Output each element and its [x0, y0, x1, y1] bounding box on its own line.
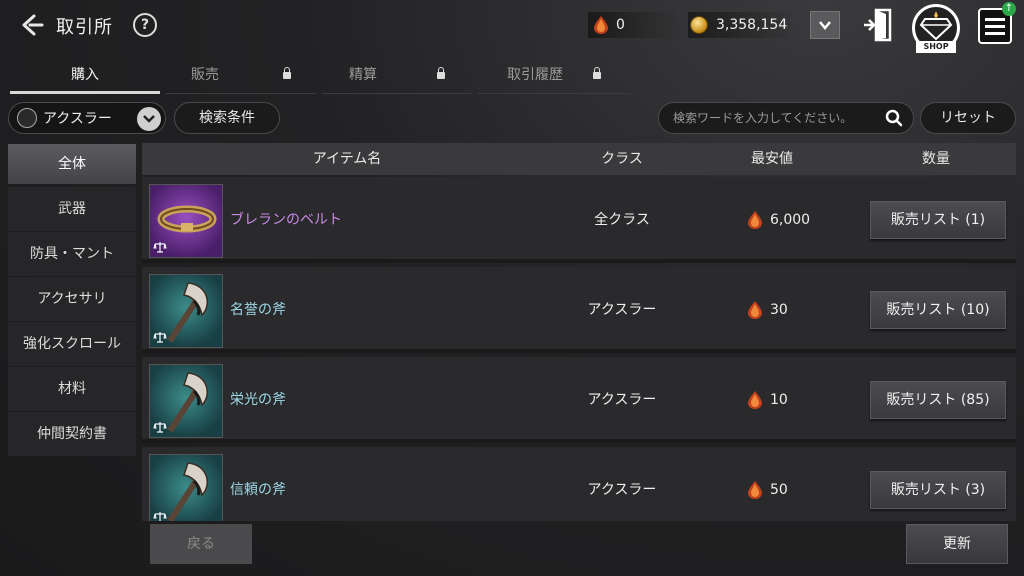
table-row[interactable]: 栄光の斧 アクスラー 10 販売リスト (85) — [142, 357, 1016, 443]
lock-icon — [593, 66, 601, 79]
tab-settlement[interactable]: 精算 — [322, 60, 472, 94]
item-class: 全クラス — [594, 212, 650, 228]
sidebar-item-armor-cloak[interactable]: 防具・マント — [8, 232, 136, 276]
notification-badge: ↑ — [1002, 2, 1016, 16]
gem-icon — [748, 211, 762, 229]
item-class: アクスラー — [587, 302, 657, 318]
table-row[interactable]: 名誉の斧 アクスラー 30 販売リスト (10) — [142, 267, 1016, 353]
item-lowest-price: 30 — [748, 267, 788, 353]
sidebar-item-enhance-scrolls[interactable]: 強化スクロール — [8, 322, 136, 366]
tradable-scale-icon — [153, 332, 167, 343]
tab-buy[interactable]: 購入 — [10, 60, 160, 94]
category-sidebar: 全体 武器 防具・マント アクセサリ 強化スクロール 材料 仲間契約書 — [8, 144, 136, 457]
sidebar-item-accessories[interactable]: アクセサリ — [8, 277, 136, 321]
hamburger-icon — [985, 17, 1005, 21]
class-select-value: アクスラー — [43, 111, 112, 127]
item-thumbnail — [149, 364, 223, 438]
back-arrow-icon[interactable] — [18, 12, 44, 38]
column-header-class: クラス — [601, 151, 643, 167]
item-thumbnail — [149, 274, 223, 348]
tab-label: 取引履歴 — [507, 67, 563, 83]
search-field — [658, 102, 914, 134]
item-thumbnail — [149, 454, 223, 521]
item-name: 名誉の斧 — [230, 302, 286, 318]
search-conditions-button[interactable]: 検索条件 — [174, 102, 280, 134]
refresh-button[interactable]: 更新 — [906, 524, 1008, 564]
gem-icon — [748, 301, 762, 319]
item-name: 栄光の斧 — [230, 392, 286, 408]
item-lowest-price: 10 — [748, 357, 788, 443]
gem-amount: 0 — [616, 17, 625, 33]
page-title: 取引所 — [56, 17, 113, 38]
sales-list-button[interactable]: 販売リスト (3) — [870, 471, 1006, 509]
tab-label: 購入 — [71, 67, 99, 83]
item-lowest-price: 50 — [748, 447, 788, 521]
hamburger-bar — [985, 31, 1005, 35]
column-header-quantity: 数量 — [922, 151, 950, 167]
back-button[interactable]: 戻る — [150, 524, 252, 564]
shop-button[interactable]: SHOP — [912, 4, 960, 53]
tradable-scale-icon — [153, 512, 167, 521]
sales-list-button[interactable]: 販売リスト (10) — [870, 291, 1006, 329]
gem-icon — [594, 16, 608, 34]
price-value: 6,000 — [770, 212, 811, 228]
item-thumbnail — [149, 184, 223, 258]
diamond-icon — [919, 11, 953, 41]
sales-list-button[interactable]: 販売リスト (1) — [870, 201, 1006, 239]
help-icon[interactable]: ? — [133, 13, 157, 37]
column-header-item-name: アイテム名 — [312, 151, 382, 167]
tab-sell[interactable]: 販売 — [166, 60, 316, 94]
gold-balance: 3,358,154 — [688, 12, 798, 38]
search-icon[interactable] — [885, 109, 903, 127]
lock-icon — [283, 66, 291, 79]
item-lowest-price: 6,000 — [748, 177, 810, 263]
table-row[interactable]: 信頼の斧 アクスラー 50 販売リスト (3) — [142, 447, 1016, 521]
table-row[interactable]: ブレランのベルト 全クラス 6,000 販売リスト (1) — [142, 177, 1016, 263]
hamburger-bar — [985, 24, 1005, 28]
exit-door-icon[interactable] — [862, 8, 892, 42]
price-value: 10 — [770, 392, 788, 408]
class-emblem-icon — [17, 108, 37, 128]
chevron-down-icon — [137, 107, 161, 131]
reset-button[interactable]: リセット — [920, 102, 1016, 134]
tab-label: 精算 — [349, 67, 377, 83]
gold-coin-icon — [690, 16, 708, 34]
price-value: 50 — [770, 482, 788, 498]
gold-amount: 3,358,154 — [716, 17, 788, 33]
chevron-down-icon — [819, 21, 831, 30]
sidebar-item-materials[interactable]: 材料 — [8, 367, 136, 411]
currency-dropdown-button[interactable] — [810, 11, 840, 39]
price-value: 30 — [770, 302, 788, 318]
tradable-scale-icon — [153, 242, 167, 253]
item-class: アクスラー — [587, 392, 657, 408]
sidebar-item-companion-contracts[interactable]: 仲間契約書 — [8, 412, 136, 456]
tradable-scale-icon — [153, 422, 167, 433]
item-name: 信頼の斧 — [230, 482, 286, 498]
column-header-lowest-price: 最安値 — [751, 151, 793, 167]
lock-icon — [437, 66, 445, 79]
table-header: アイテム名 クラス 最安値 数量 — [142, 143, 1016, 175]
sidebar-item-all[interactable]: 全体 — [8, 144, 136, 184]
sales-list-button[interactable]: 販売リスト (85) — [870, 381, 1006, 419]
item-name: ブレランのベルト — [230, 212, 342, 228]
shop-label: SHOP — [916, 41, 956, 53]
gem-icon — [748, 481, 762, 499]
gem-icon — [748, 391, 762, 409]
sidebar-item-weapons[interactable]: 武器 — [8, 187, 136, 231]
tab-trade-history[interactable]: 取引履歴 — [478, 60, 630, 94]
tab-label: 販売 — [191, 67, 219, 83]
item-class: アクスラー — [587, 482, 657, 498]
search-input[interactable] — [673, 103, 883, 133]
class-select[interactable]: アクスラー — [8, 102, 166, 134]
item-list: ブレランのベルト 全クラス 6,000 販売リスト (1) 名誉の斧 アクスラー… — [142, 175, 1016, 521]
gem-balance: 0 — [588, 12, 678, 38]
